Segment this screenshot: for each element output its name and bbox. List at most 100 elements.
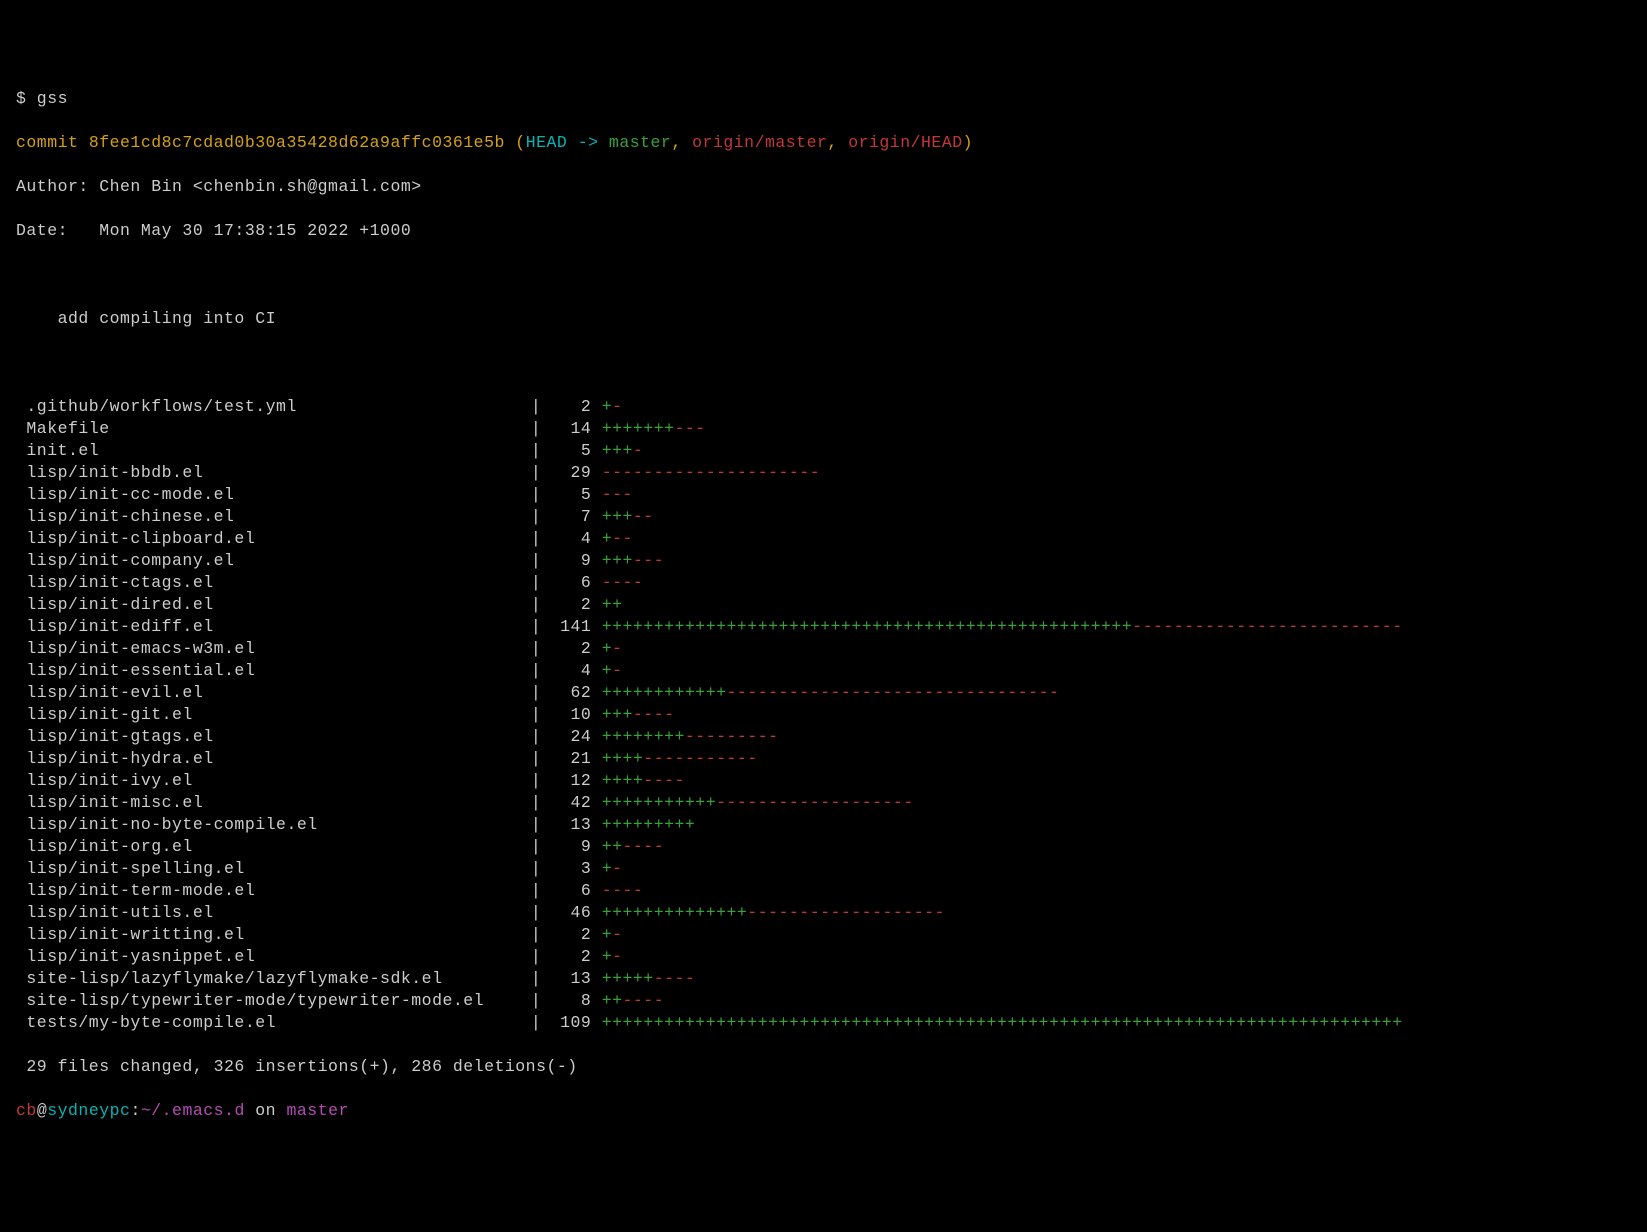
- insertions-bar: ++: [602, 595, 623, 614]
- file-path: lisp/init-git.el: [16, 704, 531, 726]
- deletions-bar: ----: [643, 771, 685, 790]
- deletions-bar: ----: [654, 969, 696, 988]
- deletions-bar: -: [612, 639, 622, 658]
- remote-origin-head: origin/HEAD: [848, 133, 962, 152]
- separator: |: [531, 748, 552, 770]
- insertions-bar: +++: [602, 441, 633, 460]
- change-count: 24: [552, 726, 592, 748]
- diffstat-row: lisp/init-company.el| 9 +++---: [16, 550, 1631, 572]
- head-arrow: HEAD ->: [526, 133, 609, 152]
- insertions-bar: +: [602, 529, 612, 548]
- insertions-bar: ++++++++++++++: [602, 903, 748, 922]
- insertions-bar: ++++: [602, 771, 644, 790]
- diffstat-row: lisp/init-git.el| 10 +++----: [16, 704, 1631, 726]
- separator: |: [531, 418, 552, 440]
- separator: |: [531, 968, 552, 990]
- insertions-bar: +: [602, 859, 612, 878]
- commit-line: commit 8fee1cd8c7cdad0b30a35428d62a9affc…: [16, 132, 1631, 154]
- change-count: 5: [552, 484, 592, 506]
- separator: |: [531, 946, 552, 968]
- deletions-bar: --: [633, 507, 654, 526]
- diffstat-row: lisp/init-no-byte-compile.el| 13 +++++++…: [16, 814, 1631, 836]
- shell-prompt[interactable]: cb@sydneypc:~/.emacs.d on master: [16, 1100, 1631, 1122]
- diffstat-row: lisp/init-misc.el| 42 +++++++++++-------…: [16, 792, 1631, 814]
- diffstat-row: lisp/init-cc-mode.el| 5 ---: [16, 484, 1631, 506]
- change-count: 4: [552, 528, 592, 550]
- deletions-bar: ----: [623, 991, 665, 1010]
- change-count: 13: [552, 814, 592, 836]
- deletions-bar: ----: [623, 837, 665, 856]
- change-count: 7: [552, 506, 592, 528]
- deletions-bar: -: [612, 397, 622, 416]
- change-count: 9: [552, 550, 592, 572]
- separator: |: [531, 836, 552, 858]
- diffstat-row: lisp/init-term-mode.el| 6 ----: [16, 880, 1631, 902]
- commit-message: add compiling into CI: [16, 308, 1631, 330]
- insertions-bar: ++++: [602, 749, 644, 768]
- insertions-bar: ++++++++++++++++++++++++++++++++++++++++…: [602, 617, 1132, 636]
- deletions-bar: -----------: [643, 749, 757, 768]
- change-count: 8: [552, 990, 592, 1012]
- diffstat-row: lisp/init-ivy.el| 12 ++++----: [16, 770, 1631, 792]
- change-count: 2: [552, 946, 592, 968]
- blank-line: [16, 264, 1631, 286]
- separator: |: [531, 858, 552, 880]
- change-count: 2: [552, 396, 592, 418]
- diffstat-row: lisp/init-clipboard.el| 4 +--: [16, 528, 1631, 550]
- deletions-bar: -: [612, 859, 622, 878]
- file-path: lisp/init-spelling.el: [16, 858, 531, 880]
- prompt-on: on: [245, 1101, 287, 1120]
- deletions-bar: ---: [602, 485, 633, 504]
- diffstat-row: lisp/init-utils.el| 46 ++++++++++++++---…: [16, 902, 1631, 924]
- separator: |: [531, 594, 552, 616]
- file-path: lisp/init-ediff.el: [16, 616, 531, 638]
- diffstat-row: lisp/init-evil.el| 62 ++++++++++++------…: [16, 682, 1631, 704]
- diffstat-row: Makefile| 14 +++++++---: [16, 418, 1631, 440]
- separator: |: [531, 660, 552, 682]
- change-count: 12: [552, 770, 592, 792]
- separator: |: [531, 770, 552, 792]
- file-path: lisp/init-bbdb.el: [16, 462, 531, 484]
- deletions-bar: ----: [602, 573, 644, 592]
- change-count: 109: [552, 1012, 592, 1034]
- deletions-bar: ---: [633, 551, 664, 570]
- file-path: lisp/init-hydra.el: [16, 748, 531, 770]
- change-count: 2: [552, 638, 592, 660]
- change-count: 6: [552, 572, 592, 594]
- separator: |: [531, 814, 552, 836]
- insertions-bar: ++: [602, 837, 623, 856]
- change-count: 62: [552, 682, 592, 704]
- separator: |: [531, 726, 552, 748]
- change-count: 29: [552, 462, 592, 484]
- diffstat-row: lisp/init-spelling.el| 3 +-: [16, 858, 1631, 880]
- blank-line: [16, 352, 1631, 374]
- file-path: lisp/init-cc-mode.el: [16, 484, 531, 506]
- deletions-bar: -: [612, 661, 622, 680]
- diffstat-summary: 29 files changed, 326 insertions(+), 286…: [16, 1056, 1631, 1078]
- file-path: lisp/init-gtags.el: [16, 726, 531, 748]
- file-path: tests/my-byte-compile.el: [16, 1012, 531, 1034]
- deletions-bar: -------------------: [747, 903, 945, 922]
- separator: |: [531, 440, 552, 462]
- change-count: 4: [552, 660, 592, 682]
- separator: |: [531, 902, 552, 924]
- change-count: 46: [552, 902, 592, 924]
- file-path: lisp/init-ctags.el: [16, 572, 531, 594]
- change-count: 13: [552, 968, 592, 990]
- separator: |: [531, 924, 552, 946]
- change-count: 42: [552, 792, 592, 814]
- insertions-bar: ++++++++: [602, 727, 685, 746]
- diffstat-row: site-lisp/lazyflymake/lazyflymake-sdk.el…: [16, 968, 1631, 990]
- file-path: .github/workflows/test.yml: [16, 396, 531, 418]
- insertions-bar: +++: [602, 551, 633, 570]
- diffstat-row: lisp/init-org.el| 9 ++----: [16, 836, 1631, 858]
- insertions-bar: +++++++++++: [602, 793, 716, 812]
- separator: |: [531, 682, 552, 704]
- diffstat-row: lisp/init-chinese.el| 7 +++--: [16, 506, 1631, 528]
- file-path: lisp/init-writting.el: [16, 924, 531, 946]
- diffstat-row: lisp/init-yasnippet.el| 2 +-: [16, 946, 1631, 968]
- author-line: Author: Chen Bin <chenbin.sh@gmail.com>: [16, 176, 1631, 198]
- branch-master: master: [609, 133, 671, 152]
- separator: |: [531, 616, 552, 638]
- change-count: 2: [552, 924, 592, 946]
